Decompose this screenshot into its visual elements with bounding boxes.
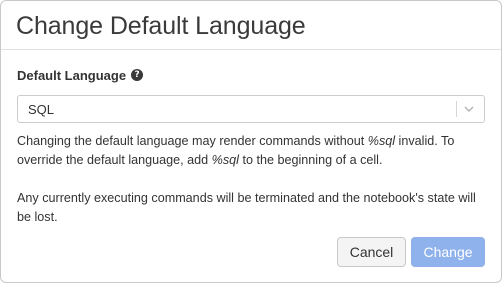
description-paragraph-1: Changing the default language may render…: [17, 132, 485, 170]
help-icon[interactable]: ?: [131, 69, 144, 81]
select-value: SQL: [28, 101, 55, 117]
dialog-header: Change Default Language: [1, 1, 501, 50]
dialog-footer: Cancel Change: [337, 237, 485, 267]
default-language-select[interactable]: SQL: [17, 95, 485, 123]
sql-magic-text: %sql: [211, 153, 239, 167]
default-language-label: Default Language: [17, 67, 127, 83]
dialog-body: Default Language ? SQL Changing the defa…: [1, 66, 501, 227]
chevron-down-icon[interactable]: [463, 103, 475, 115]
desc-text: to the beginning of a cell.: [238, 153, 383, 167]
dialog-title: Change Default Language: [16, 12, 306, 40]
change-button[interactable]: Change: [411, 237, 485, 267]
cancel-button[interactable]: Cancel: [337, 237, 406, 267]
desc-text: Changing the default language may render…: [17, 134, 368, 148]
field-label-row: Default Language ?: [17, 66, 485, 84]
select-divider: [456, 101, 457, 117]
sql-magic-text: %sql: [367, 134, 396, 148]
dialog-description: Changing the default language may render…: [17, 132, 485, 227]
description-paragraph-2: Any currently executing commands will be…: [17, 191, 476, 224]
change-language-dialog: Change Default Language Default Language…: [0, 0, 502, 283]
